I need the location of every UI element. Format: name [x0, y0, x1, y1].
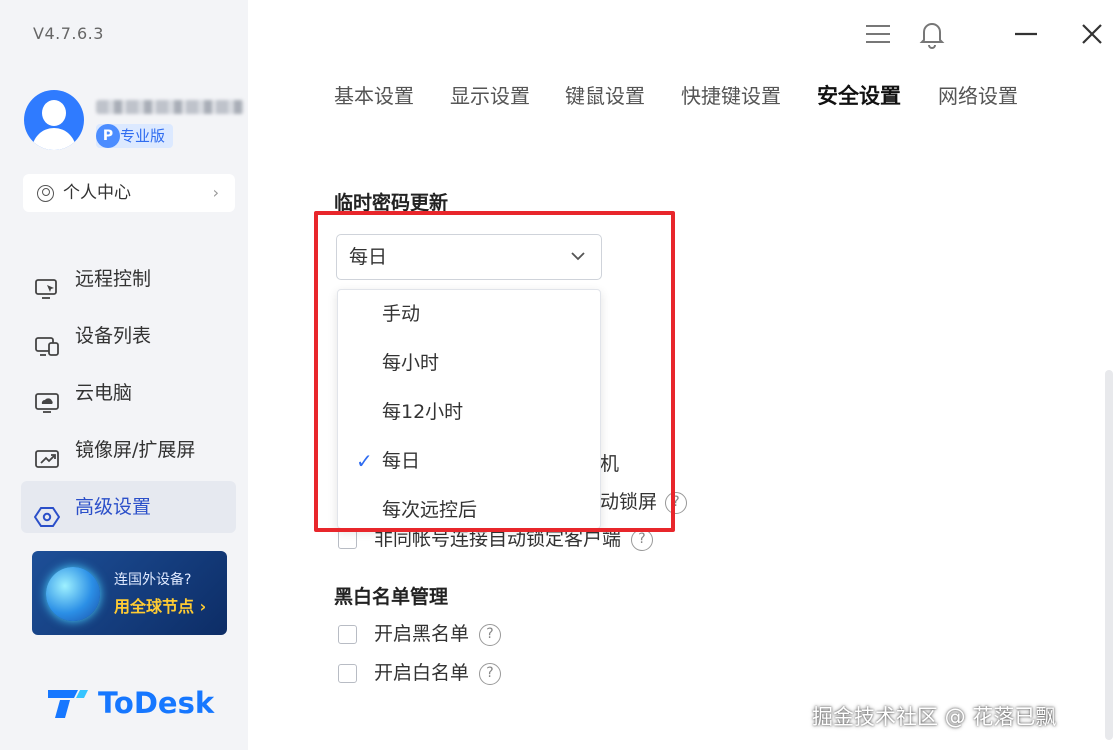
version-label: V4.7.6.3 [33, 24, 104, 43]
help-icon[interactable]: ? [631, 529, 654, 551]
watermark: 掘金技术社区 @ 花落已飘 [812, 705, 1057, 729]
sidebar-item-label: 高级设置 [75, 496, 152, 518]
enable-whitelist-option[interactable]: 开启白名单? [338, 660, 502, 686]
todesk-logo-icon [48, 690, 88, 718]
tab-keyboard-mouse[interactable]: 键鼠设置 [565, 80, 645, 109]
checkbox[interactable] [338, 625, 357, 644]
monitor-remote-icon [34, 268, 60, 299]
menu-icon[interactable] [862, 18, 894, 50]
sidebar-item-label: 远程控制 [75, 268, 152, 290]
user-circle-icon [37, 185, 54, 202]
sidebar-item-cloud-pc[interactable]: 云电脑 [21, 367, 236, 419]
username-blurred [96, 100, 244, 114]
option-label: 开启白名单 [374, 662, 470, 684]
help-icon[interactable]: ? [479, 624, 502, 646]
checkbox[interactable] [338, 664, 357, 683]
sidebar-item-label: 镜像屏/扩展屏 [75, 439, 196, 461]
mirror-screen-icon [34, 439, 60, 468]
pro-badge-icon: P [96, 124, 120, 148]
enable-blacklist-option[interactable]: 开启黑名单? [338, 621, 502, 647]
settings-hex-icon [33, 496, 61, 527]
pro-badge-label: 专业版 [120, 127, 166, 145]
close-icon[interactable] [1076, 18, 1108, 50]
chevron-right-icon: › [212, 183, 219, 202]
tab-network[interactable]: 网络设置 [938, 80, 1018, 109]
app-window: V4.7.6.3 P 专业版 个人中心 › 远程控制 设备列表 云电脑 镜像屏/… [0, 0, 1119, 750]
sidebar-item-advanced-settings[interactable]: 高级设置 [21, 481, 236, 533]
promo-line1: 连国外设备? [114, 572, 192, 588]
sidebar-item-label: 云电脑 [75, 382, 133, 404]
minimize-icon[interactable] [1010, 18, 1042, 50]
sidebar-item-mirror-screen[interactable]: 镜像屏/扩展屏 [21, 424, 236, 476]
annotation-highlight-box [314, 211, 675, 532]
promo-line2: 用全球节点 › [114, 597, 207, 616]
sidebar: V4.7.6.3 P 专业版 个人中心 › 远程控制 设备列表 云电脑 镜像屏/… [0, 0, 248, 750]
sidebar-item-label: 设备列表 [75, 325, 152, 347]
tab-basic[interactable]: 基本设置 [334, 80, 414, 109]
sidebar-item-device-list[interactable]: 设备列表 [21, 310, 236, 362]
bell-icon[interactable] [916, 18, 948, 50]
cloud-pc-icon [34, 382, 60, 413]
tab-security[interactable]: 安全设置 [817, 80, 901, 110]
devices-icon [34, 325, 60, 356]
globe-icon [46, 567, 100, 621]
sidebar-item-remote-control[interactable]: 远程控制 [21, 253, 236, 305]
personal-center-button[interactable]: 个人中心 › [23, 174, 235, 212]
scrollbar[interactable] [1105, 370, 1113, 740]
pro-badge: P 专业版 [96, 124, 174, 148]
global-node-promo-banner[interactable]: 连国外设备? 用全球节点 › [32, 551, 227, 635]
tab-shortcuts[interactable]: 快捷键设置 [681, 80, 781, 109]
blacklist-title: 黑白名单管理 [334, 586, 449, 608]
personal-center-label: 个人中心 [63, 183, 131, 203]
help-icon[interactable]: ? [479, 663, 502, 685]
avatar[interactable] [24, 90, 84, 150]
option-label: 开启黑名单 [374, 623, 470, 645]
tab-display[interactable]: 显示设置 [450, 80, 530, 109]
todesk-logo-text: ToDesk [98, 686, 215, 720]
